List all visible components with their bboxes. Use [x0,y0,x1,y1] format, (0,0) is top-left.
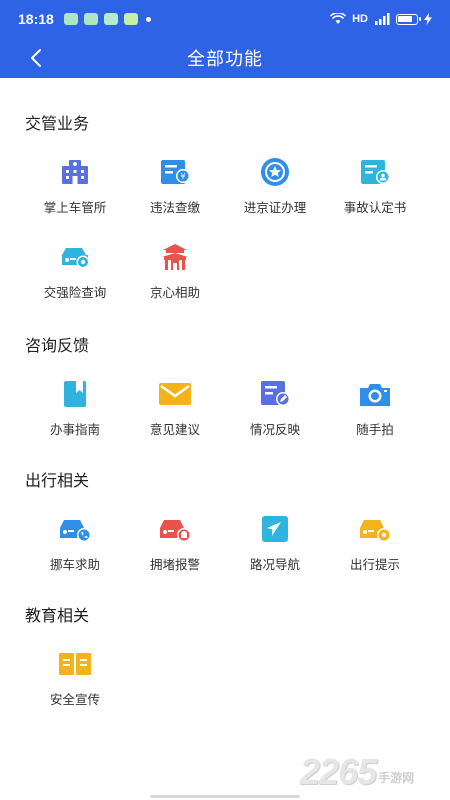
function-label: 掌上车管所 [43,200,107,215]
section-title: 教育相关 [25,606,90,625]
function-label: 情况反映 [249,422,300,437]
function-label: 拥堵报警 [149,557,200,572]
function-item-guide[interactable]: 办事指南 [25,366,125,451]
edit-form-icon [257,376,293,412]
section-title: 咨询反馈 [25,336,90,355]
insurance-car-icon [57,239,93,275]
section-travel: 出行相关 挪车求助 拥堵报警 路况导航 出行提示 [0,469,450,586]
back-button[interactable] [22,44,50,72]
network-type-label: HD [352,13,368,25]
bookmark-icon [57,376,93,412]
chat-notification-icon [63,13,78,25]
navigation-icon [257,511,293,547]
status-time: 18:18 [18,11,54,27]
function-list: 交管业务 掌上车管所 ¥ 违法查缴 进京证办理 事故认定书 交强险查询 京心相助… [0,78,450,721]
section-grid: 掌上车管所 ¥ 违法查缴 进京证办理 事故认定书 交强险查询 京心相助 [25,144,425,314]
section-title: 出行相关 [25,471,90,490]
mail-notification-icon [123,13,138,25]
wifi-icon [330,13,347,24]
battery-icon [396,13,421,25]
temple-gate-icon [157,239,193,275]
function-label: 交强险查询 [43,285,107,300]
function-item-accident-report[interactable]: 事故认定书 [325,144,425,229]
function-label: 进京证办理 [243,200,307,215]
function-item-safety-promotion[interactable]: 安全宣传 [25,636,125,721]
function-item-beijing-help[interactable]: 京心相助 [125,229,225,314]
function-item-congestion-alarm[interactable]: 拥堵报警 [125,501,225,586]
svg-text:¥: ¥ [180,172,185,181]
chevron-left-icon [31,49,41,67]
function-label: 出行提示 [349,557,400,572]
function-item-snapshot[interactable]: 随手拍 [325,366,425,451]
open-book-icon [57,646,93,682]
function-label: 办事指南 [49,422,100,437]
section-grid: 办事指南 意见建议 情况反映 随手拍 [25,366,425,451]
home-indicator[interactable] [150,795,300,798]
section-education: 教育相关 安全宣传 [0,604,450,721]
accident-report-icon [357,154,393,190]
car-alarm-icon [157,511,193,547]
function-item-move-car[interactable]: 挪车求助 [25,501,125,586]
section-consult-feedback: 咨询反馈 办事指南 意见建议 情况反映 随手拍 [0,334,450,451]
function-label: 安全宣传 [49,692,100,707]
fine-payment-icon: ¥ [157,154,193,190]
more-notifications-dot [145,16,151,22]
function-label: 挪车求助 [49,557,100,572]
function-item-report-situation[interactable]: 情况反映 [225,366,325,451]
header-bar: 全部功能 [0,38,450,78]
function-label: 随手拍 [356,422,394,437]
camera-icon [357,376,393,412]
watermark-number: 2265 [300,751,377,792]
charging-bolt-icon [424,13,432,25]
section-traffic-services: 交管业务 掌上车管所 ¥ 违法查缴 进京证办理 事故认定书 交强险查询 京心相助 [0,112,450,314]
status-bar: 18:18 HD [0,0,450,38]
function-label: 意见建议 [149,422,200,437]
car-tip-icon [357,511,393,547]
function-item-suggestions[interactable]: 意见建议 [125,366,225,451]
function-label: 事故认定书 [343,200,407,215]
car-phone-icon [57,511,93,547]
function-item-fine-payment[interactable]: ¥ 违法查缴 [125,144,225,229]
police-station-icon [57,154,93,190]
function-label: 违法查缴 [149,200,200,215]
badge-icon [257,154,293,190]
function-item-vehicle-office[interactable]: 掌上车管所 [25,144,125,229]
watermark-text: 手游网 [378,771,415,785]
site-watermark: 2265 手游网 [300,740,450,790]
function-label: 路况导航 [249,557,300,572]
section-grid: 挪车求助 拥堵报警 路况导航 出行提示 [25,501,425,586]
function-item-travel-tips[interactable]: 出行提示 [325,501,425,586]
envelope-icon [157,376,193,412]
function-label: 京心相助 [149,285,200,300]
section-grid: 安全宣传 [25,636,425,721]
phone-notification-icon [83,13,98,25]
section-title: 交管业务 [25,114,90,133]
cell-signal-icon [375,13,390,25]
page-title: 全部功能 [187,49,263,70]
function-item-insurance-query[interactable]: 交强险查询 [25,229,125,314]
app-notification-icon [103,13,118,25]
function-item-beijing-permit[interactable]: 进京证办理 [225,144,325,229]
function-item-road-navigation[interactable]: 路况导航 [225,501,325,586]
status-indicators: HD [330,13,432,25]
